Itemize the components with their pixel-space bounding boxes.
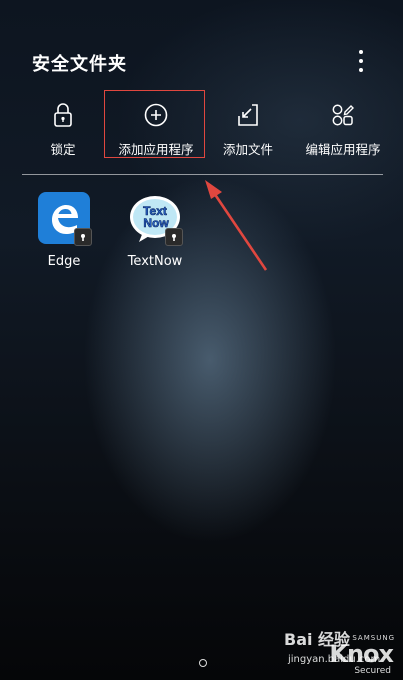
annotation-arrow-icon xyxy=(205,180,268,271)
secured-label: Secured xyxy=(354,666,391,676)
knox-label: Knox xyxy=(329,640,394,668)
home-button[interactable] xyxy=(199,659,207,667)
watermark: Bai 经验 jingyan.baidu.com SAMSUNG Knox Se… xyxy=(284,622,399,677)
